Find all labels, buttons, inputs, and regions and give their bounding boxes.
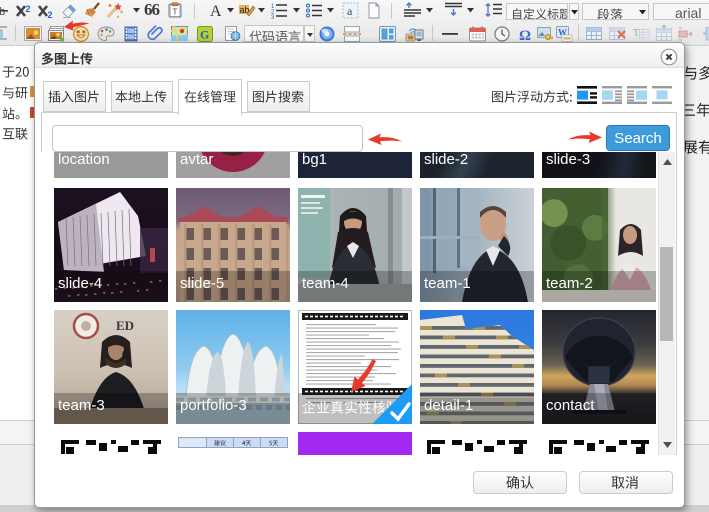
- svg-text:3: 3: [271, 15, 275, 19]
- svg-text:ED: ED: [116, 318, 134, 333]
- svg-text:T: T: [173, 8, 178, 17]
- svg-text:2: 2: [48, 10, 53, 19]
- svg-text:G: G: [200, 28, 209, 42]
- svg-text:66: 66: [144, 2, 160, 19]
- svg-text:ab: ab: [0, 6, 5, 18]
- svg-text:Ω: Ω: [519, 28, 531, 42]
- svg-text:a: a: [347, 4, 353, 18]
- svg-text:A: A: [210, 3, 222, 19]
- svg-text:2: 2: [26, 4, 31, 14]
- svg-text:T: T: [633, 28, 639, 39]
